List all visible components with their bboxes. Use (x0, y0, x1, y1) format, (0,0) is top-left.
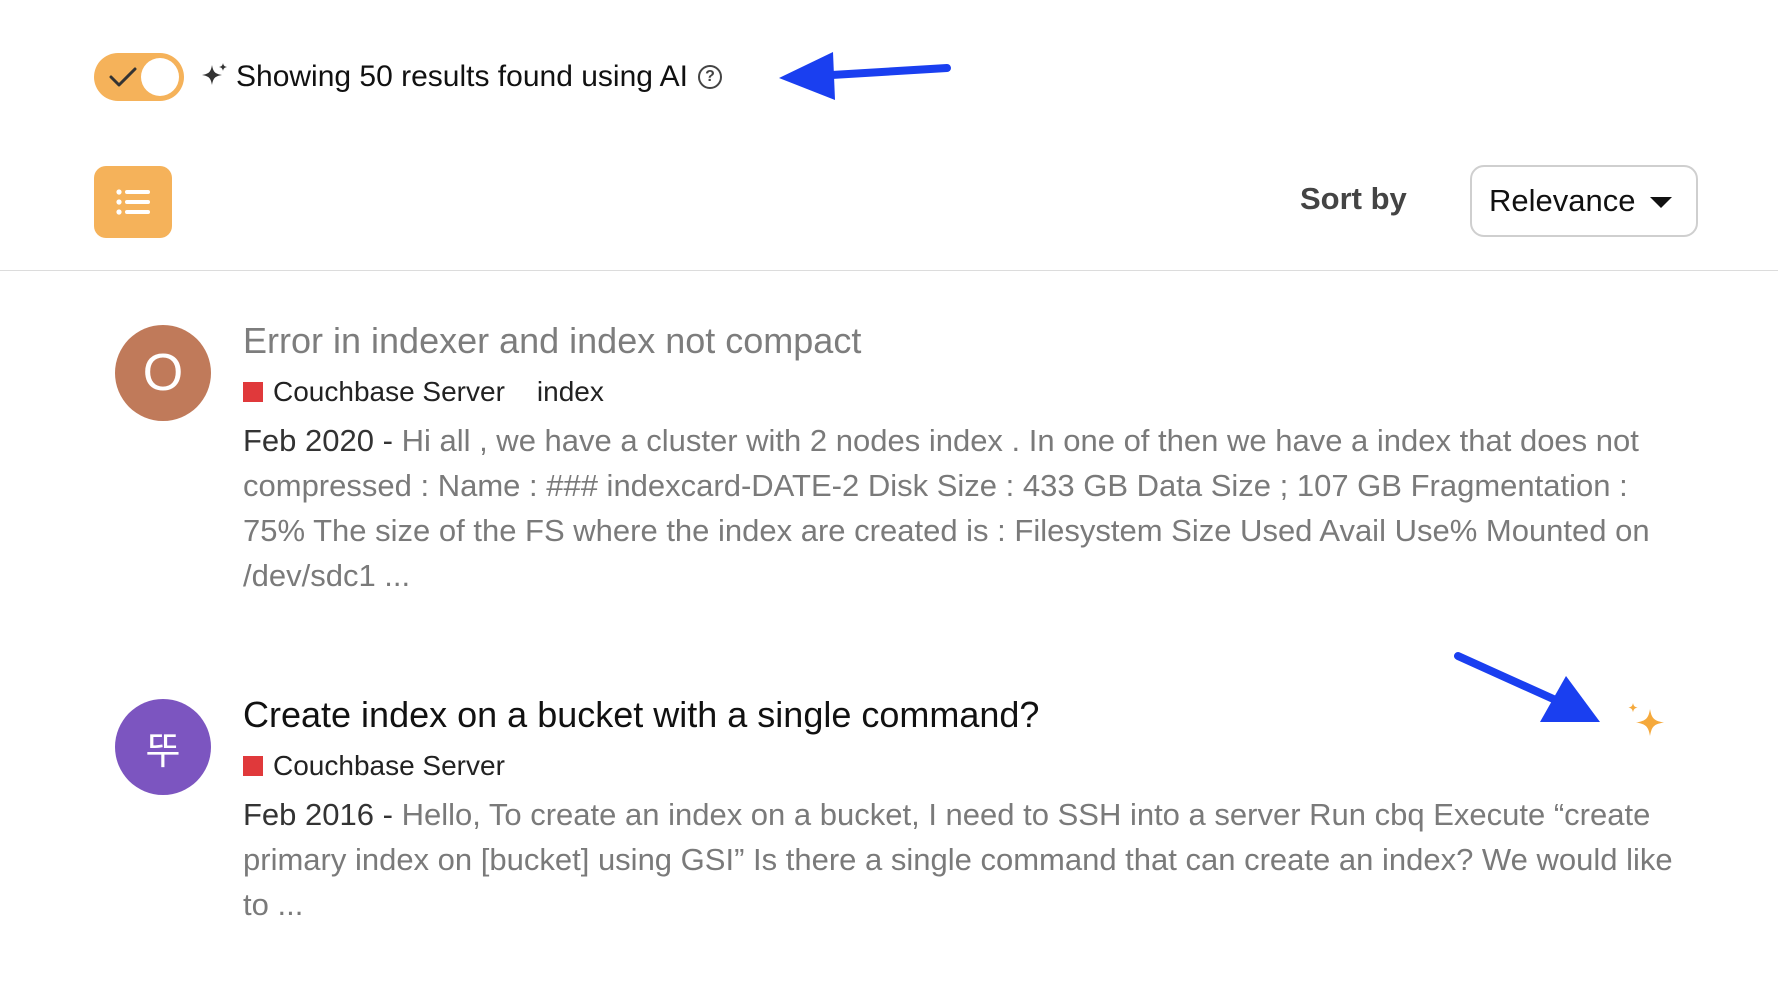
result-date: Feb 2016 (243, 797, 374, 832)
tag-link[interactable]: index (537, 376, 604, 408)
date-separator: - (374, 797, 402, 832)
ai-results-label: Showing 50 results found using AI (236, 60, 688, 93)
result-excerpt: Feb 2020 - Hi all , we have a cluster wi… (243, 418, 1683, 598)
sort-by-label: Sort by (1300, 181, 1407, 216)
toggle-knob (141, 58, 179, 96)
result-excerpt: Feb 2016 - Hello, To create an index on … (243, 792, 1683, 927)
toolbar-divider (0, 270, 1778, 271)
category-link[interactable]: Couchbase Server (273, 750, 505, 782)
avatar-letter: O (142, 344, 184, 402)
author-avatar[interactable]: O (115, 325, 211, 421)
caret-down-icon (1650, 197, 1672, 208)
sparkle-icon (202, 63, 227, 85)
result-meta: Couchbase Server (243, 750, 505, 782)
ai-search-toggle[interactable] (94, 53, 184, 101)
result-date: Feb 2020 (243, 423, 374, 458)
date-separator: - (374, 423, 402, 458)
help-icon[interactable]: ? (697, 65, 722, 89)
category-link[interactable]: Couchbase Server (273, 376, 505, 408)
annotation-arrow-diagonal (1454, 652, 1600, 722)
result-title-link[interactable]: Error in indexer and index not compact (243, 320, 861, 362)
ai-results-row: Showing 50 results found using AI ? (94, 52, 722, 102)
check-icon (109, 67, 137, 87)
search-results-page: Showing 50 results found using AI ? Sort… (0, 0, 1778, 982)
annotation-arrow-left (779, 52, 951, 100)
excerpt-text: Hello, To create an index on a bucket, I… (243, 797, 1673, 922)
author-avatar[interactable]: 뚜 (115, 699, 211, 795)
category-color-badge (243, 382, 263, 402)
category-color-badge (243, 756, 263, 776)
result-title-link[interactable]: Create index on a bucket with a single c… (243, 694, 1039, 736)
list-view-button[interactable] (94, 166, 172, 238)
sort-dropdown[interactable]: Relevance (1470, 165, 1698, 237)
excerpt-text: Hi all , we have a cluster with 2 nodes … (243, 423, 1650, 593)
ai-found-sparkle-icon (1628, 703, 1664, 736)
list-icon (116, 189, 150, 215)
avatar-letter: 뚜 (145, 730, 181, 773)
sort-selected-value: Relevance (1489, 183, 1636, 218)
result-meta: Couchbase Server index (243, 376, 604, 408)
